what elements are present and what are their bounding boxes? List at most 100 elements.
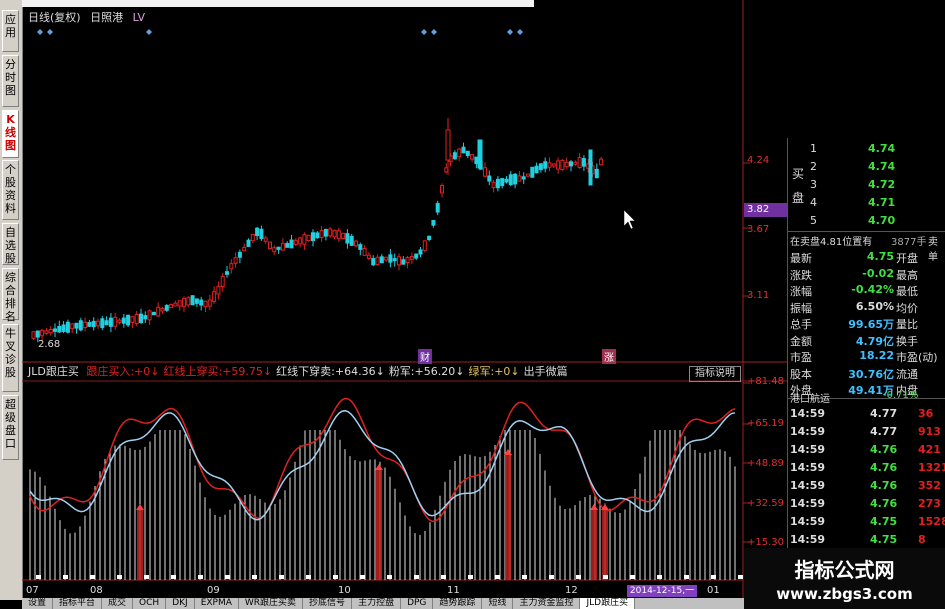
candle-body — [508, 174, 513, 186]
bottom-tab[interactable]: 趋势跟踪 — [433, 598, 483, 609]
diamond-marker — [507, 29, 513, 35]
stat-label: 涨跌 — [790, 268, 812, 282]
stat-label: 金额 — [790, 334, 812, 348]
candle-body — [207, 299, 212, 307]
tick-volume: 8 — [918, 533, 926, 546]
left-tab-1[interactable]: 分时图 — [2, 55, 19, 107]
x-axis-label: 12 — [565, 585, 578, 596]
x-axis-label: 01 — [707, 585, 720, 596]
tick-price: 4.76 — [870, 443, 898, 456]
candle-body — [362, 247, 367, 256]
bottom-tab[interactable]: 抄底信号 — [303, 598, 353, 609]
bottom-tab[interactable]: JLD跟庄买 — [580, 598, 636, 609]
left-tab-0[interactable]: 应用 — [2, 10, 19, 52]
watermark-url: www.zbgs3.com — [776, 585, 913, 603]
stat-label2: 流通 — [896, 367, 918, 381]
candle-body — [414, 253, 419, 259]
indicator-value: +56.20↓ — [414, 365, 465, 378]
candle-body — [495, 178, 500, 189]
candle-body — [229, 263, 234, 270]
bottom-tab[interactable]: 短线 — [482, 598, 514, 609]
candle-body — [491, 181, 496, 189]
candle-body — [190, 295, 195, 306]
bottom-tab[interactable]: WR跟庄买卖 — [239, 598, 304, 609]
bottom-tab[interactable]: 成交 — [102, 598, 134, 609]
candle-body — [392, 258, 397, 262]
left-tab-6[interactable]: 牛叉诊股 — [2, 324, 19, 392]
watermark: 指标公式网 www.zbgs3.com — [744, 548, 945, 609]
candle-body — [40, 329, 45, 337]
candle-body — [397, 256, 401, 266]
left-tab-5[interactable]: 综合排名 — [2, 268, 19, 323]
tick-price: 4.76 — [870, 479, 898, 492]
marker-zhang[interactable]: 涨 — [602, 349, 616, 364]
candle-body — [194, 298, 199, 304]
candle-body — [250, 234, 255, 242]
candle-body — [445, 129, 451, 161]
date-cursor-box: 2014-12-15,一 — [627, 585, 697, 597]
bottom-tab[interactable]: 指标平台 — [53, 598, 103, 609]
left-tab-2[interactable]: K线图 — [2, 110, 19, 158]
candle-body — [354, 240, 358, 247]
candle-body — [78, 320, 83, 331]
candle-body — [483, 167, 487, 177]
candle-body — [379, 256, 384, 264]
left-tab-7[interactable]: 超级盘口 — [2, 395, 19, 460]
x-marker — [387, 575, 392, 579]
indicator-help-button[interactable]: 指标说明 — [689, 366, 741, 382]
red-line — [29, 397, 736, 523]
diamond-marker — [421, 29, 427, 35]
bottom-tab[interactable]: DKJ — [166, 598, 195, 609]
candle-body — [388, 254, 393, 263]
signal-spike — [591, 510, 597, 580]
signal-arrow — [136, 504, 144, 510]
candle-body — [358, 244, 363, 250]
candle-body — [311, 232, 315, 242]
left-tab-3[interactable]: 个股资料 — [2, 160, 19, 220]
candle-body — [199, 299, 204, 306]
candle-body — [306, 234, 311, 242]
candle-body — [280, 243, 285, 251]
bottom-tab[interactable]: EXPMA — [195, 598, 239, 609]
stat-value: 4.79亿 — [855, 334, 894, 348]
candle-body — [435, 203, 440, 213]
bottom-tab[interactable]: OCH — [133, 598, 167, 609]
candle-body — [452, 152, 457, 160]
indicator-tab-bar: 设置 指标平台 成交 OCH DKJ EXPMA WR跟庄买卖 抄底信号 主力控盘 DPG 趋势跟踪… — [22, 598, 744, 609]
bottom-tab[interactable]: 主力资金监控 — [513, 598, 581, 609]
candle-body — [409, 256, 414, 261]
bottom-tab[interactable]: 设置 — [22, 598, 54, 609]
indicator-axis-label: +48.89 — [747, 458, 785, 469]
candle-body — [384, 256, 389, 261]
x-marker — [63, 575, 68, 579]
candle-body — [405, 257, 410, 264]
candle-body — [276, 246, 281, 250]
diamond-marker — [146, 29, 152, 35]
indicator-axis-label: +81.48 — [747, 376, 785, 387]
bid-level: 5 — [810, 214, 817, 227]
marker-cai[interactable]: 财 — [418, 349, 432, 364]
candle-body — [242, 246, 247, 252]
bottom-tab[interactable]: 主力控盘 — [352, 598, 402, 609]
candle-body — [332, 229, 337, 238]
indicator-name: JLD跟庄买 — [28, 365, 79, 378]
candle-body — [147, 310, 152, 321]
candle-body — [212, 291, 217, 302]
x-marker — [468, 575, 473, 579]
candle-body — [151, 311, 156, 316]
left-tab-4[interactable]: 自选股 — [2, 223, 19, 265]
candle-body — [220, 276, 225, 288]
candle-body — [487, 175, 492, 182]
stat-label: 涨幅 — [790, 285, 812, 298]
tick-time: 14:59 — [790, 479, 826, 492]
signal-arrow — [375, 464, 383, 470]
stat-label2: 最高 — [896, 268, 918, 282]
kline-chart[interactable] — [22, 0, 787, 609]
tick-price: 4.76 — [870, 461, 898, 474]
candle-body — [173, 302, 178, 307]
x-marker — [495, 575, 500, 579]
bottom-tab[interactable]: DPG — [401, 598, 434, 609]
x-marker — [333, 575, 338, 579]
candle-body — [594, 168, 599, 179]
candle-body — [573, 161, 578, 165]
